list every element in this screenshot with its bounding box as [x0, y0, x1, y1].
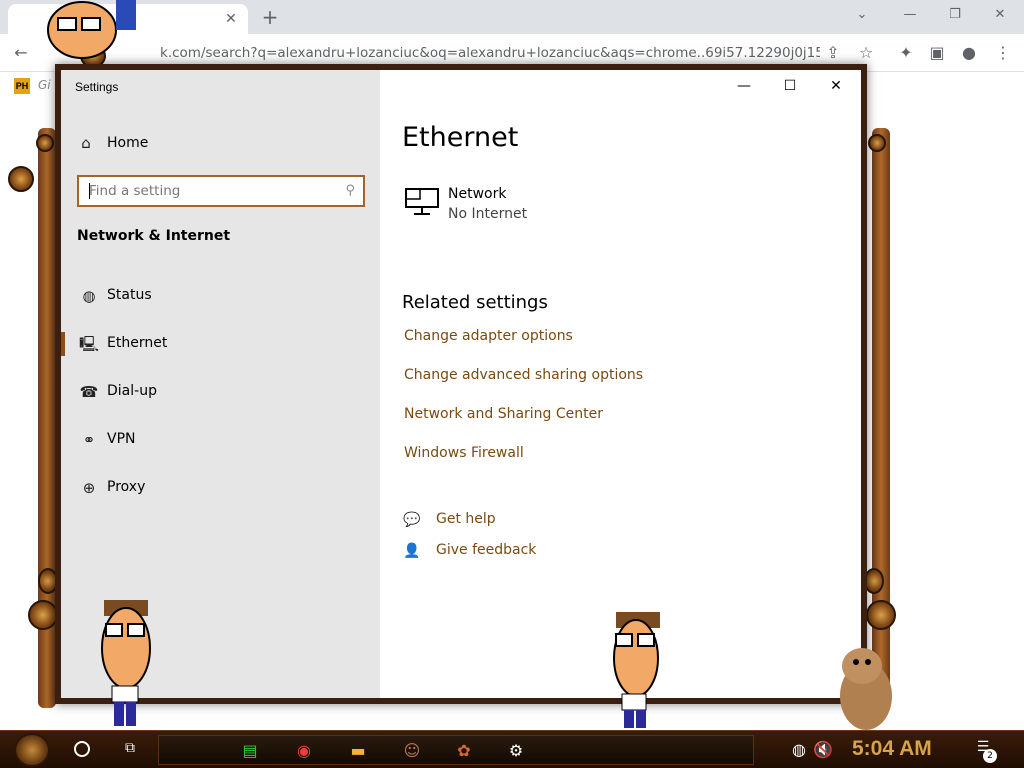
- dialup-icon: ☎: [79, 383, 99, 401]
- settings-gear-icon[interactable]: ⚙: [503, 739, 529, 763]
- back-arrow-icon[interactable]: ←: [10, 42, 32, 64]
- side-panel-icon[interactable]: ▣: [926, 42, 948, 64]
- settings-window: Settings ⌂ Home Find a setting ⚲ Network…: [55, 64, 867, 704]
- ethernet-icon: 🖳: [79, 335, 100, 353]
- link-change-advanced-sharing-options[interactable]: Change advanced sharing options: [404, 367, 643, 383]
- portrait-app-icon[interactable]: ☺: [399, 739, 425, 763]
- new-tab-icon[interactable]: +: [258, 6, 282, 30]
- get-help-row[interactable]: 💬 Get help: [402, 508, 702, 532]
- give-feedback-label[interactable]: Give feedback: [436, 542, 536, 558]
- sidebar-item-dialup[interactable]: ☎ Dial-up: [61, 374, 380, 410]
- home-nav-item[interactable]: ⌂ Home: [77, 130, 357, 158]
- minimize-icon[interactable]: —: [721, 70, 767, 102]
- active-indicator: [61, 332, 65, 356]
- sidebar-item-label: Ethernet: [107, 335, 168, 351]
- share-icon[interactable]: ⇪: [822, 42, 844, 64]
- mascot-app-icon[interactable]: ✿: [451, 739, 477, 763]
- network-name[interactable]: Network: [448, 186, 506, 202]
- globe-icon: ◍: [82, 287, 96, 305]
- cartoon-character-icon: [613, 612, 660, 728]
- file-explorer-icon[interactable]: ▬: [345, 739, 371, 763]
- bookmark-star-icon[interactable]: ☆: [855, 42, 877, 64]
- related-settings-header: Related settings: [402, 292, 548, 313]
- sidebar-item-label: Proxy: [107, 479, 146, 495]
- network-globe-icon[interactable]: ◍: [786, 738, 812, 762]
- settings-window-body: Settings ⌂ Home Find a setting ⚲ Network…: [61, 70, 861, 698]
- gear-ornament-icon: [868, 134, 886, 152]
- profile-avatar-icon[interactable]: ●: [958, 42, 980, 64]
- section-header: Network & Internet: [77, 228, 231, 244]
- sidebar-item-ethernet[interactable]: 🖳 Ethernet: [61, 326, 380, 362]
- search-icon[interactable]: ⚲: [345, 183, 355, 198]
- tab-close-icon[interactable]: ✕: [222, 10, 240, 28]
- bug-ornament-icon: [8, 166, 34, 192]
- sidebar-item-proxy[interactable]: ⊕ Proxy: [61, 470, 380, 506]
- browser-minimize-icon[interactable]: —: [890, 4, 930, 26]
- sidebar-item-vpn[interactable]: ⚭ VPN: [61, 422, 380, 458]
- start-button[interactable]: [14, 733, 50, 767]
- cortana-search-icon[interactable]: [74, 741, 90, 757]
- get-help-label[interactable]: Get help: [436, 511, 496, 527]
- volume-muted-icon[interactable]: 🔇: [810, 738, 836, 762]
- browser-menu-icon[interactable]: ⋮: [992, 42, 1014, 64]
- close-icon[interactable]: ✕: [813, 70, 859, 102]
- taskbar-clock[interactable]: 5:04 AM: [852, 737, 932, 761]
- sidebar-item-label: Dial-up: [107, 383, 157, 399]
- browser-tab-strip: ✕ + ⌄ — ❐ ✕: [0, 0, 1024, 34]
- maximize-icon[interactable]: ☐: [767, 70, 813, 102]
- chrome-app-icon[interactable]: ◉: [291, 739, 317, 763]
- vpn-icon: ⚭: [82, 431, 96, 449]
- address-bar[interactable]: k.com/search?q=alexandru+lozanciuc&oq=al…: [150, 39, 886, 67]
- link-network-and-sharing-center[interactable]: Network and Sharing Center: [404, 406, 603, 422]
- ethernet-network-icon[interactable]: [404, 186, 440, 218]
- gopher-mascot-icon: [840, 648, 892, 730]
- cartoon-character-icon: [47, 0, 136, 59]
- proxy-globe-icon: ⊕: [82, 479, 96, 497]
- taskbar: ⧉ ▤ ◉ ▬ ☺ ✿ ⚙ ◍ 🔇 5:04 AM ☰ 2: [0, 730, 1024, 768]
- sidebar-item-status[interactable]: ◍ Status: [61, 278, 380, 314]
- window-controls: — ☐ ✕: [721, 70, 861, 102]
- network-status: No Internet: [448, 206, 528, 222]
- gear-ornament-icon: [866, 600, 896, 630]
- link-windows-firewall[interactable]: Windows Firewall: [404, 445, 524, 461]
- bookmark-badge[interactable]: PH: [14, 78, 30, 94]
- tab-search-icon[interactable]: ⌄: [842, 4, 882, 26]
- taskbar-app-area: ▤ ◉ ▬ ☺ ✿ ⚙: [158, 735, 754, 765]
- page-title: Ethernet: [402, 122, 519, 153]
- browser-close-icon[interactable]: ✕: [980, 4, 1020, 26]
- sidebar-item-label: VPN: [107, 431, 136, 447]
- get-help-icon: 💬: [403, 512, 421, 528]
- gear-ornament-icon: [36, 134, 54, 152]
- window-title: Settings: [75, 80, 119, 94]
- home-label: Home: [107, 135, 149, 151]
- link-change-adapter-options[interactable]: Change adapter options: [404, 328, 573, 344]
- task-view-icon[interactable]: ⧉: [120, 740, 140, 758]
- search-placeholder: Find a setting: [89, 183, 181, 199]
- feedback-icon: 👤: [403, 543, 421, 559]
- give-feedback-row[interactable]: 👤 Give feedback: [402, 539, 702, 563]
- notification-count-badge: 2: [983, 749, 997, 763]
- home-icon: ⌂: [81, 134, 91, 152]
- gear-ornament-icon: [28, 600, 58, 630]
- sidebar-item-label: Status: [107, 287, 152, 303]
- bookmark-label[interactable]: Gi: [38, 78, 51, 92]
- settings-search-input[interactable]: Find a setting ⚲: [77, 175, 365, 207]
- gear-ornament-icon: [864, 568, 884, 594]
- cartoon-character-icon: [101, 600, 151, 726]
- browser-restore-icon[interactable]: ❐: [935, 4, 975, 26]
- address-bar-url[interactable]: k.com/search?q=alexandru+lozanciuc&oq=al…: [160, 45, 820, 61]
- extensions-icon[interactable]: ✦: [895, 42, 917, 64]
- spreadsheet-app-icon[interactable]: ▤: [237, 739, 263, 763]
